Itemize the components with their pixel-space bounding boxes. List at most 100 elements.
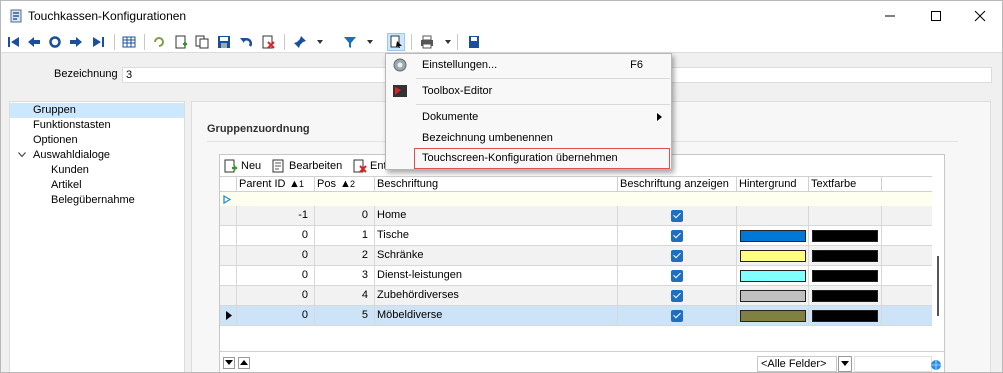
- cell-pos[interactable]: 1: [314, 226, 374, 245]
- maximize-button[interactable]: [913, 1, 959, 31]
- col-header-textfarbe[interactable]: Textfarbe: [808, 177, 882, 192]
- cell-textfarbe[interactable]: [808, 286, 882, 305]
- table-row[interactable]: 0 5 Möbeldiverse: [220, 306, 944, 326]
- cell-parent-id[interactable]: -1: [236, 206, 314, 225]
- color-swatch[interactable]: [812, 290, 878, 302]
- print-dropdown-arrow[interactable]: [445, 40, 451, 44]
- checkbox-checked[interactable]: [671, 250, 683, 262]
- delete-record-button[interactable]: [260, 34, 276, 50]
- filter-button[interactable]: [342, 34, 358, 50]
- refresh-record-button[interactable]: [47, 34, 63, 50]
- next-record-button[interactable]: [68, 34, 84, 50]
- menu-item-einstellungen[interactable]: Einstellungen... F6: [386, 54, 671, 76]
- search-input[interactable]: [854, 356, 932, 372]
- cell-pos[interactable]: 3: [314, 266, 374, 285]
- cell-pos[interactable]: 0: [314, 206, 374, 225]
- col-header-beschriftung-anzeigen[interactable]: Beschriftung anzeigen: [617, 177, 736, 192]
- col-header-hintergrund[interactable]: Hintergrund: [736, 177, 808, 192]
- grid-delete-button[interactable]: Ent: [353, 158, 387, 173]
- pin-button[interactable]: [292, 34, 308, 50]
- cell-textfarbe[interactable]: [808, 306, 882, 325]
- checkbox-checked[interactable]: [671, 230, 683, 242]
- color-swatch[interactable]: [812, 250, 878, 262]
- table-row[interactable]: 0 4 Zubehördiverses: [220, 286, 944, 306]
- tree-item-beleguebernahme[interactable]: Belegübernahme: [10, 193, 135, 208]
- checkbox-checked[interactable]: [671, 210, 683, 222]
- vertical-scrollbar[interactable]: [932, 176, 944, 350]
- cell-parent-id[interactable]: 0: [236, 286, 314, 305]
- tree-item-kunden[interactable]: Kunden: [10, 163, 89, 178]
- cell-hintergrund[interactable]: [736, 246, 808, 265]
- col-header-pos[interactable]: Pos ▲ 2: [314, 177, 374, 192]
- col-header-parent-id[interactable]: Parent ID ▲ 1: [236, 177, 314, 192]
- cell-beschriftung-anzeigen[interactable]: [617, 246, 736, 265]
- cell-parent-id[interactable]: 0: [236, 246, 314, 265]
- cell-beschriftung-anzeigen[interactable]: [617, 226, 736, 245]
- menu-item-toolbox-editor[interactable]: Toolbox-Editor: [386, 80, 671, 102]
- cell-hintergrund[interactable]: [736, 306, 808, 325]
- cell-beschriftung[interactable]: Home: [374, 206, 617, 225]
- print-button[interactable]: [419, 34, 435, 50]
- cell-hintergrund[interactable]: [736, 286, 808, 305]
- menu-item-touchscreen-konfiguration[interactable]: Touchscreen-Konfiguration übernehmen: [414, 148, 670, 169]
- table-row[interactable]: 0 1 Tische: [220, 226, 944, 246]
- cell-beschriftung-anzeigen[interactable]: [617, 306, 736, 325]
- menu-item-dokumente[interactable]: Dokumente: [386, 106, 671, 128]
- col-header-beschriftung[interactable]: Beschriftung: [374, 177, 617, 192]
- previous-record-button[interactable]: [26, 34, 42, 50]
- grid-new-button[interactable]: Neu: [224, 158, 261, 173]
- reload-button[interactable]: [151, 34, 167, 50]
- tree-item-gruppen[interactable]: Gruppen: [10, 103, 184, 118]
- color-swatch[interactable]: [740, 310, 806, 322]
- tree-item-optionen[interactable]: Optionen: [10, 133, 78, 148]
- cell-textfarbe[interactable]: [808, 206, 882, 225]
- cell-pos[interactable]: 4: [314, 286, 374, 305]
- color-swatch[interactable]: [740, 290, 806, 302]
- cell-hintergrund[interactable]: [736, 206, 808, 225]
- table-row[interactable]: -1 0 Home: [220, 206, 944, 226]
- undo-button[interactable]: [238, 34, 254, 50]
- filter-dropdown-arrow[interactable]: [367, 40, 373, 44]
- minimize-button[interactable]: [867, 1, 913, 31]
- cell-textfarbe[interactable]: [808, 266, 882, 285]
- save-button[interactable]: [216, 34, 232, 50]
- tree-item-funktionstasten[interactable]: Funktionstasten: [10, 118, 111, 133]
- cell-pos[interactable]: 2: [314, 246, 374, 265]
- color-swatch[interactable]: [740, 250, 806, 262]
- cell-beschriftung-anzeigen[interactable]: [617, 266, 736, 285]
- color-swatch[interactable]: [740, 270, 806, 282]
- color-swatch[interactable]: [812, 310, 878, 322]
- scrollbar-thumb[interactable]: [937, 256, 939, 316]
- expand-down-button[interactable]: [223, 357, 235, 369]
- cell-parent-id[interactable]: 0: [236, 266, 314, 285]
- cell-beschriftung[interactable]: Dienst-leistungen: [374, 266, 617, 285]
- cell-beschriftung-anzeigen[interactable]: [617, 206, 736, 225]
- checkbox-checked[interactable]: [671, 310, 683, 322]
- new-row[interactable]: [220, 192, 944, 206]
- pin-dropdown-arrow[interactable]: [317, 40, 323, 44]
- cell-textfarbe[interactable]: [808, 226, 882, 245]
- copy-record-button[interactable]: [194, 34, 210, 50]
- cell-beschriftung-anzeigen[interactable]: [617, 286, 736, 305]
- cell-textfarbe[interactable]: [808, 246, 882, 265]
- checkbox-checked[interactable]: [671, 290, 683, 302]
- close-button[interactable]: [957, 1, 1002, 31]
- cell-pos[interactable]: 5: [314, 306, 374, 325]
- table-row[interactable]: 0 3 Dienst-leistungen: [220, 266, 944, 286]
- color-swatch[interactable]: [812, 230, 878, 242]
- checkbox-checked[interactable]: [671, 270, 683, 282]
- options-menu-button[interactable]: [387, 33, 405, 51]
- cell-beschriftung[interactable]: Möbeldiverse: [374, 306, 617, 325]
- cell-beschriftung[interactable]: Schränke: [374, 246, 617, 265]
- chevron-down-icon[interactable]: [18, 152, 26, 158]
- expand-up-button[interactable]: [238, 357, 250, 369]
- cell-beschriftung[interactable]: Tische: [374, 226, 617, 245]
- color-swatch[interactable]: [740, 230, 806, 242]
- table-row[interactable]: 0 2 Schränke: [220, 246, 944, 266]
- export-button[interactable]: [466, 34, 482, 50]
- tree-item-artikel[interactable]: Artikel: [10, 178, 82, 193]
- tree-item-auswahldialoge[interactable]: Auswahldialoge: [10, 148, 110, 163]
- cell-parent-id[interactable]: 0: [236, 226, 314, 245]
- cell-hintergrund[interactable]: [736, 266, 808, 285]
- first-record-button[interactable]: [6, 34, 22, 50]
